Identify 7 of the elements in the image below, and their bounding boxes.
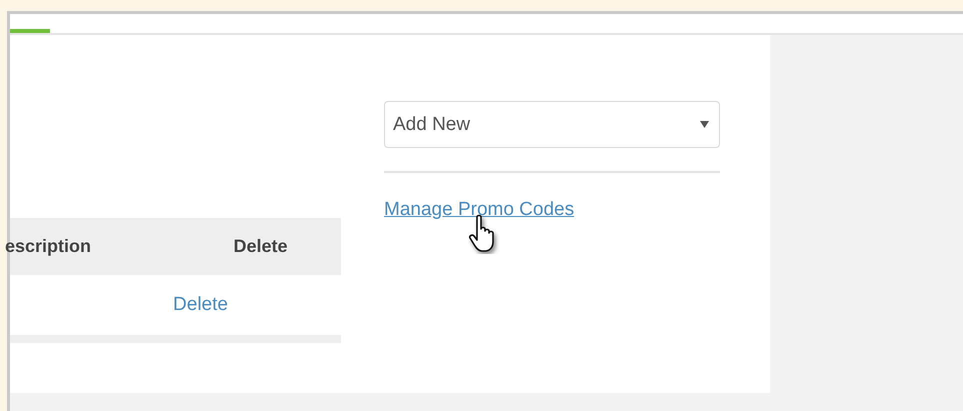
- column-header: escription: [5, 236, 92, 257]
- delete-link[interactable]: Delete: [173, 294, 228, 316]
- manage-promo-codes-link[interactable]: Manage Promo Codes: [384, 199, 574, 221]
- caret-icon: [700, 121, 709, 128]
- tab-indicator: [10, 29, 50, 33]
- column-header: Delete: [233, 236, 288, 257]
- add-new-dropdown[interactable]: Add New: [384, 101, 720, 148]
